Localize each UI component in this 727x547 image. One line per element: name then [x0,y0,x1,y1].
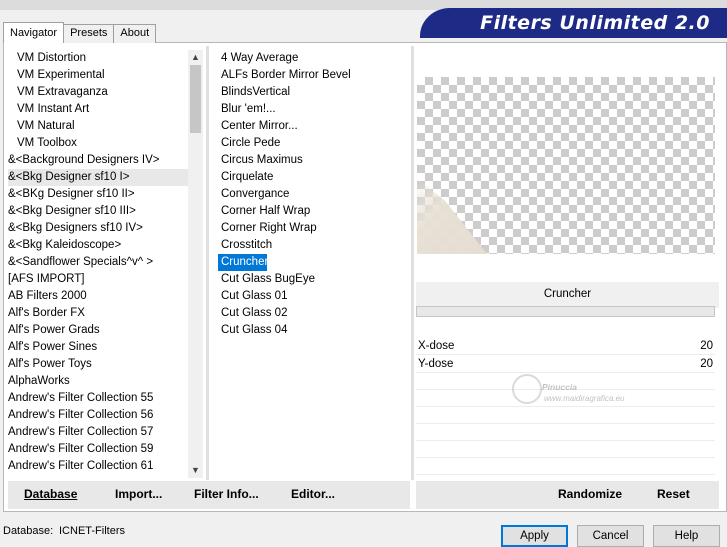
category-item[interactable]: Andrew's Filter Collection 56 [8,407,188,424]
filter-item[interactable]: Corner Right Wrap [218,220,408,237]
status-area: Database: ICNET-Filters [3,524,125,538]
watermark-line1: Pinuccia [542,382,577,392]
tab-about[interactable]: About [113,24,157,43]
category-item[interactable]: Alf's Power Grads [8,322,188,339]
filter-item[interactable]: Cirquelate [218,169,408,186]
param-row-empty [416,441,715,458]
tab-presets[interactable]: Presets [63,24,115,43]
param-row-empty [416,424,715,441]
banner: Filters Unlimited 2.0 [420,8,727,38]
category-item[interactable]: Andrew's Filter Collection 61 [8,458,188,475]
category-item[interactable]: &<Bkg Kaleidoscope> [8,237,188,254]
help-button[interactable]: Help [653,525,720,547]
category-item[interactable]: [AFS IMPORT] [8,271,188,288]
category-item[interactable]: VM Extravaganza [8,84,188,101]
tab-bar: Navigator Presets About [3,22,157,43]
category-item[interactable]: &<Bkg Designers sf10 IV> [8,220,188,237]
reset-button[interactable]: Reset [657,487,690,501]
category-item-selected[interactable]: &<Bkg Designer sf10 I> [8,169,188,186]
category-item[interactable]: Andrew's Filter Collection 55 [8,390,188,407]
category-item[interactable]: &<BKg Designer sf10 II> [8,186,188,203]
tab-navigator[interactable]: Navigator [3,22,65,43]
category-item[interactable]: Alf's Power Sines [8,339,188,356]
import-button[interactable]: Import... [115,487,162,501]
filter-item[interactable]: Center Mirror... [218,118,408,135]
category-item[interactable]: &<Bkg Designer sf10 III> [8,203,188,220]
filter-item[interactable]: BlindsVertical [218,84,408,101]
filter-item[interactable]: Circus Maximus [218,152,408,169]
filter-name-panel: Cruncher [416,282,719,308]
apply-button[interactable]: Apply [501,525,568,547]
param-value[interactable]: 20 [700,337,713,354]
database-status-value: ICNET-Filters [59,525,125,537]
filter-item[interactable]: Circle Pede [218,135,408,152]
param-row-empty [416,458,715,475]
filter-item[interactable]: Crosstitch [218,237,408,254]
filter-item[interactable]: Cut Glass BugEye [218,271,408,288]
editor-button[interactable]: Editor... [291,487,335,501]
category-item[interactable]: Alf's Power Toys [8,356,188,373]
filter-item-selected[interactable]: Cruncher [218,254,268,271]
banner-title: Filters Unlimited 2.0 [480,12,710,34]
filter-button-bar: Randomize Reset [416,481,719,509]
category-item[interactable]: VM Natural [8,118,188,135]
category-scrollbar[interactable]: ▲ ▼ [188,50,203,478]
divider [206,46,209,480]
navigator-button-bar: Database Import... Filter Info... Editor… [8,481,410,509]
randomize-button[interactable]: Randomize [558,487,622,501]
database-status-label: Database: [3,525,54,537]
filter-item[interactable]: 4 Way Average [218,50,408,67]
cancel-button[interactable]: Cancel [577,525,644,547]
param-row[interactable]: X-dose 20 [416,337,715,355]
category-item[interactable]: VM Instant Art [8,101,188,118]
param-name: Y-dose [418,358,454,370]
filter-item[interactable]: ALFs Border Mirror Bevel [218,67,408,84]
watermark: Pinuccia www.maidiragrafica.eu [512,372,662,408]
param-name: X-dose [418,340,455,352]
category-item[interactable]: Andrew's Filter Collection 57 [8,424,188,441]
watermark-line2: www.maidiragrafica.eu [544,394,625,403]
category-item[interactable]: &<Sandflower Specials^v^ > [8,254,188,271]
category-item[interactable]: AB Filters 2000 [8,288,188,305]
preview-content [417,178,487,254]
scroll-down-arrow-icon[interactable]: ▼ [188,463,203,478]
filter-list[interactable]: 4 Way Average ALFs Border Mirror Bevel B… [218,50,408,480]
filter-item[interactable]: Cut Glass 01 [218,288,408,305]
category-item[interactable]: &<Background Designers IV> [8,152,188,169]
category-item[interactable]: Alf's Border FX [8,305,188,322]
category-item[interactable]: VM Toolbox [8,135,188,152]
param-row-empty [416,407,715,424]
filter-item[interactable]: Corner Half Wrap [218,203,408,220]
category-item[interactable]: VM Distortion [8,50,188,67]
param-row[interactable]: Y-dose 20 [416,355,715,373]
param-value[interactable]: 20 [700,355,713,372]
filter-info-button[interactable]: Filter Info... [194,487,259,501]
category-item[interactable]: VM Experimental [8,67,188,84]
category-list[interactable]: VM Distortion VM Experimental VM Extrava… [8,50,188,480]
scroll-up-arrow-icon[interactable]: ▲ [188,50,203,65]
preview-image [417,77,715,254]
category-item[interactable]: Andrew's Filter Collection 59 [8,441,188,458]
database-button[interactable]: Database [24,487,77,501]
filter-item[interactable]: Cut Glass 04 [218,322,408,339]
category-item[interactable]: AlphaWorks [8,373,188,390]
filter-item[interactable]: Blur 'em!... [218,101,408,118]
filter-item[interactable]: Cut Glass 02 [218,305,408,322]
divider [411,46,414,480]
filter-name-label: Cruncher [543,288,592,300]
watermark-logo-icon [512,374,542,404]
filter-info-bar [416,306,715,317]
filter-item[interactable]: Convergance [218,186,408,203]
scrollbar-thumb[interactable] [190,65,201,133]
